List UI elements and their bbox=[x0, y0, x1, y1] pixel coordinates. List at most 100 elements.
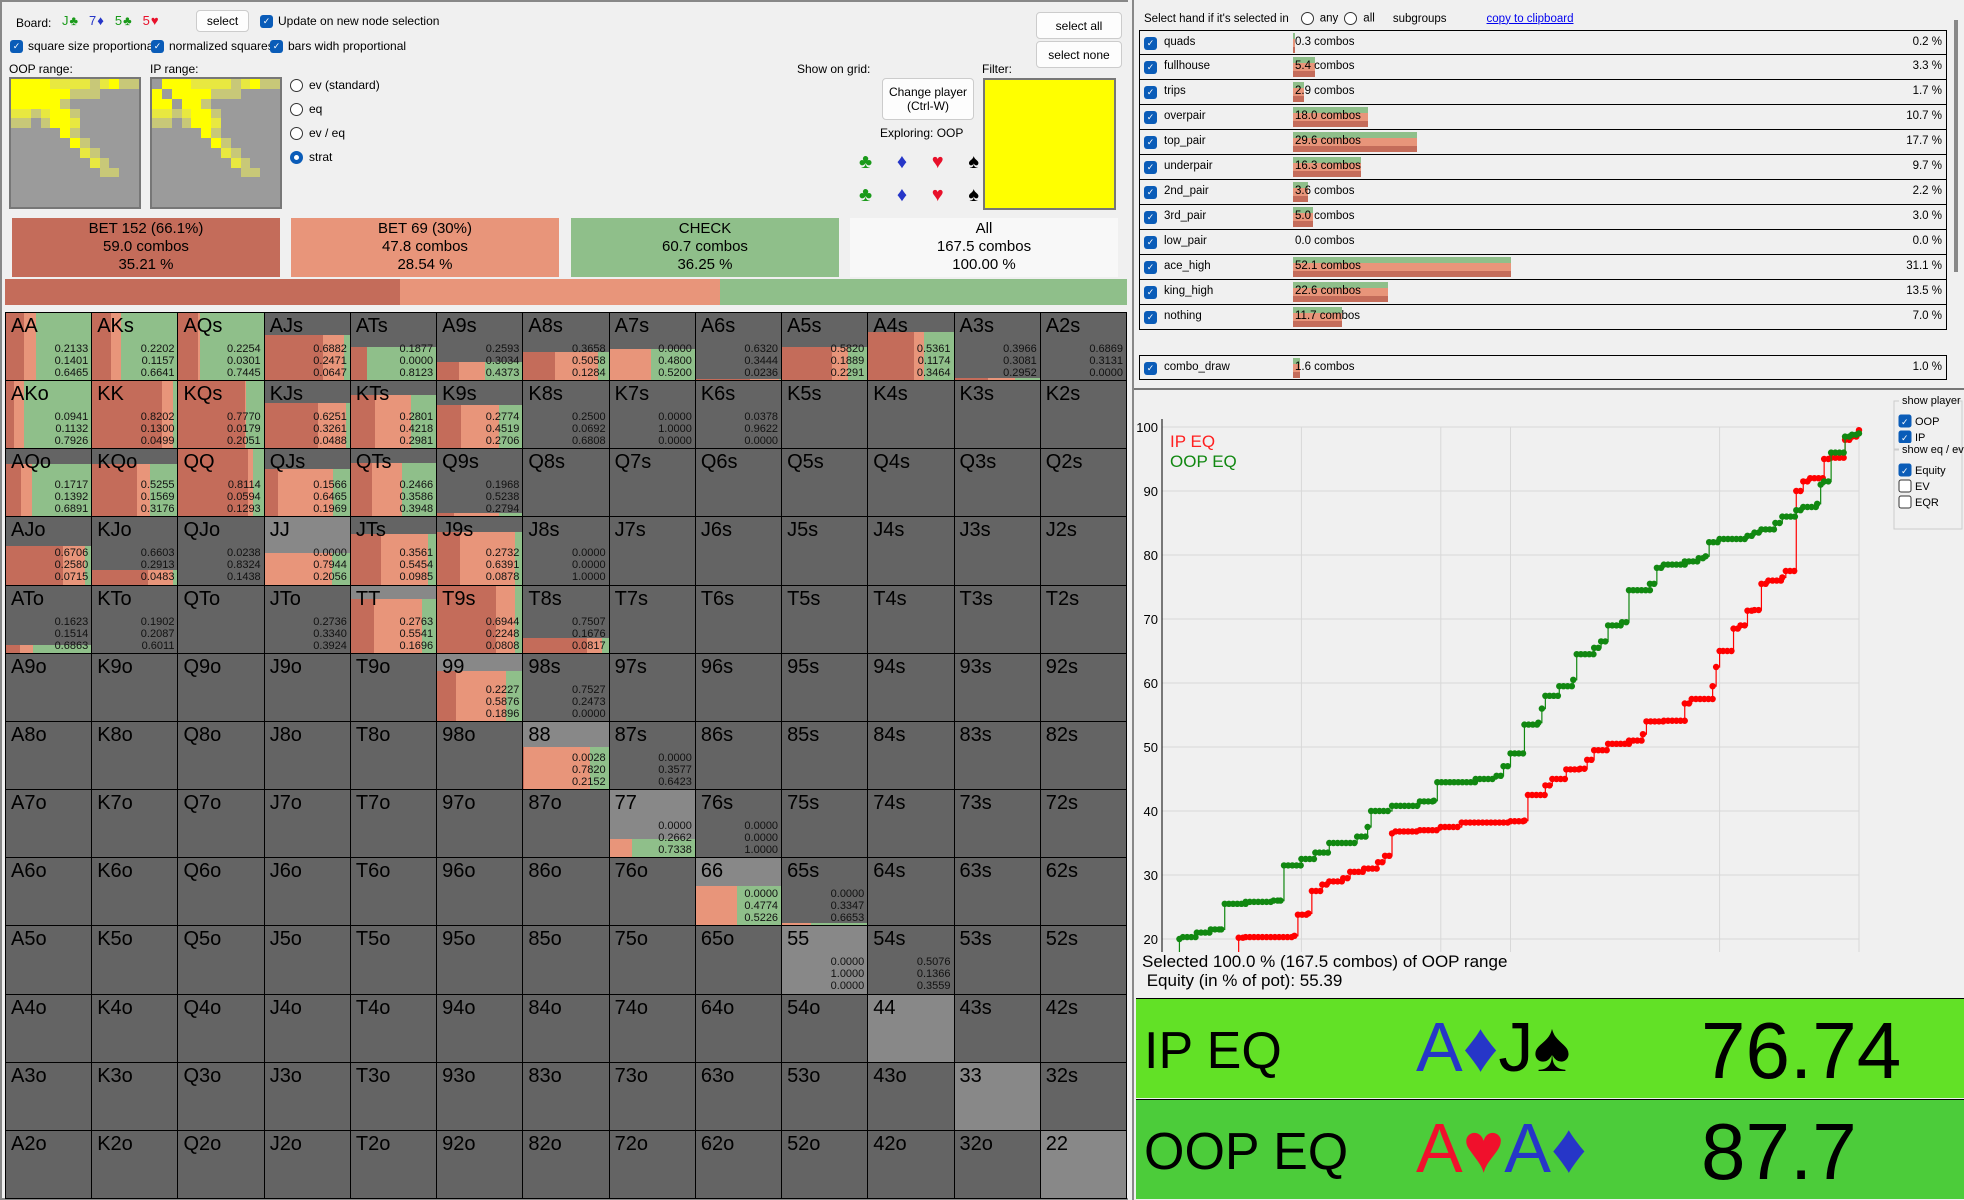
hand-cell-Q3o[interactable]: Q3o bbox=[178, 1062, 264, 1130]
hand-cell-A4o[interactable]: A4o bbox=[6, 994, 92, 1062]
hand-cell-J5o[interactable]: J5o bbox=[264, 926, 350, 994]
legend-checkbox-ev[interactable] bbox=[1898, 479, 1912, 493]
hand-cell-73s[interactable]: 73s bbox=[954, 790, 1040, 858]
subgroup-row-quads[interactable]: ✓ quads 0.3 combos 0.2 % bbox=[1139, 30, 1947, 55]
subgroup-row-fullhouse[interactable]: ✓ fullhouse 5.4 combos 3.3 % bbox=[1139, 55, 1947, 80]
hand-cell-QJo[interactable]: 0.0238 0.8324 0.1438 QJo bbox=[178, 517, 264, 585]
hand-cell-52s[interactable]: 52s bbox=[1040, 926, 1126, 994]
hand-cell-72o[interactable]: 72o bbox=[609, 1130, 695, 1198]
hand-cell-98s[interactable]: 0.7527 0.2473 0.0000 98s bbox=[523, 653, 609, 721]
hand-cell-K2o[interactable]: K2o bbox=[92, 1130, 178, 1198]
hand-cell-AKo[interactable]: 0.0941 0.1132 0.7926 AKo bbox=[6, 381, 92, 449]
hand-cell-93s[interactable]: 93s bbox=[954, 653, 1040, 721]
hand-cell-64o[interactable]: 64o bbox=[695, 994, 782, 1062]
hand-cell-74o[interactable]: 74o bbox=[609, 994, 695, 1062]
hand-cell-95o[interactable]: 95o bbox=[437, 926, 523, 994]
hand-cell-AJs[interactable]: 0.6882 0.2471 0.0647 AJs bbox=[264, 313, 350, 381]
hand-cell-97s[interactable]: 97s bbox=[609, 653, 695, 721]
subgroup-checkbox[interactable]: ✓ bbox=[1144, 361, 1162, 376]
hand-cell-J3s[interactable]: J3s bbox=[954, 517, 1040, 585]
hand-cell-Q4s[interactable]: Q4s bbox=[868, 449, 954, 517]
hand-cell-77[interactable]: 0.0000 0.2662 0.7338 77 bbox=[609, 790, 695, 858]
hand-cell-63o[interactable]: 63o bbox=[695, 1062, 782, 1130]
subgroup-checkbox[interactable]: ✓ bbox=[1144, 36, 1162, 51]
hand-cell-Q2o[interactable]: Q2o bbox=[178, 1130, 264, 1198]
hand-cell-K3s[interactable]: K3s bbox=[954, 381, 1040, 449]
hand-cell-J9o[interactable]: J9o bbox=[264, 653, 350, 721]
hand-cell-K9s[interactable]: 0.2774 0.4519 0.2706 K9s bbox=[437, 381, 523, 449]
subgroup-checkbox[interactable]: ✓ bbox=[1144, 285, 1162, 300]
hand-cell-K6s[interactable]: 0.0378 0.9622 0.0000 K6s bbox=[695, 381, 782, 449]
subgroup-row-3rd_pair[interactable]: ✓ 3rd_pair 5.0 combos 3.0 % bbox=[1139, 205, 1947, 230]
subgroup-row-combo_draw[interactable]: ✓ combo_draw 1.6 combos 1.0 % bbox=[1139, 355, 1947, 380]
subgroup-row-trips[interactable]: ✓ trips 2.9 combos 1.7 % bbox=[1139, 80, 1947, 105]
heart-icon[interactable]: ♥ bbox=[932, 151, 944, 174]
change-player-button[interactable]: Change player (Ctrl-W) bbox=[882, 78, 974, 120]
hand-cell-64s[interactable]: 64s bbox=[868, 858, 954, 926]
subgroup-checkbox[interactable]: ✓ bbox=[1144, 235, 1162, 250]
hand-cell-J5s[interactable]: J5s bbox=[782, 517, 868, 585]
hand-cell-84s[interactable]: 84s bbox=[868, 721, 954, 790]
hand-cell-ATo[interactable]: 0.1623 0.1514 0.6863 ATo bbox=[6, 585, 92, 653]
hand-cell-76o[interactable]: 76o bbox=[609, 858, 695, 926]
subgroup-row-king_high[interactable]: ✓ king_high 22.6 combos 13.5 % bbox=[1139, 280, 1947, 305]
hand-cell-T5s[interactable]: T5s bbox=[782, 585, 868, 653]
hand-cell-62s[interactable]: 62s bbox=[1040, 858, 1126, 926]
hand-cell-T4o[interactable]: T4o bbox=[350, 994, 437, 1062]
hand-cell-K8s[interactable]: 0.2500 0.0692 0.6808 K8s bbox=[523, 381, 609, 449]
hand-cell-98o[interactable]: 98o bbox=[437, 721, 523, 790]
hand-cell-T8s[interactable]: 0.7507 0.1676 0.0817 T8s bbox=[523, 585, 609, 653]
hand-cell-K2s[interactable]: K2s bbox=[1040, 381, 1126, 449]
hand-cell-KQo[interactable]: 0.5255 0.1569 0.3176 KQo bbox=[92, 449, 178, 517]
hand-cell-A8s[interactable]: 0.3658 0.5058 0.1284 A8s bbox=[523, 313, 609, 381]
hand-cell-T7s[interactable]: T7s bbox=[609, 585, 695, 653]
hand-cell-Q7o[interactable]: Q7o bbox=[178, 790, 264, 858]
hand-cell-KJs[interactable]: 0.6251 0.3261 0.0488 KJs bbox=[264, 381, 350, 449]
legend-checkbox-eqr[interactable] bbox=[1898, 495, 1912, 509]
hand-cell-A3o[interactable]: A3o bbox=[6, 1062, 92, 1130]
hand-cell-A7o[interactable]: A7o bbox=[6, 790, 92, 858]
hand-cell-73o[interactable]: 73o bbox=[609, 1062, 695, 1130]
hand-cell-J9s[interactable]: 0.2732 0.6391 0.0878 J9s bbox=[437, 517, 523, 585]
club-icon[interactable]: ♣ bbox=[859, 151, 872, 174]
hand-cell-66[interactable]: 0.0000 0.4774 0.5226 66 bbox=[695, 858, 782, 926]
hand-cell-KTs[interactable]: 0.2801 0.4218 0.2981 KTs bbox=[350, 381, 437, 449]
radio-ev-standard-[interactable]: ev (standard) bbox=[290, 78, 380, 102]
hand-cell-42o[interactable]: 42o bbox=[868, 1130, 954, 1198]
hand-cell-94s[interactable]: 94s bbox=[868, 653, 954, 721]
hand-cell-T6s[interactable]: T6s bbox=[695, 585, 782, 653]
hand-cell-96s[interactable]: 96s bbox=[695, 653, 782, 721]
hand-cell-T8o[interactable]: T8o bbox=[350, 721, 437, 790]
hand-cell-J8o[interactable]: J8o bbox=[264, 721, 350, 790]
hand-cell-43o[interactable]: 43o bbox=[868, 1062, 954, 1130]
square-size-checkbox[interactable]: ✓ square size proportional bbox=[10, 39, 156, 54]
hand-cell-A4s[interactable]: 0.5361 0.1174 0.3464 A4s bbox=[868, 313, 954, 381]
hand-cell-52o[interactable]: 52o bbox=[782, 1130, 868, 1198]
spade-icon[interactable]: ♠ bbox=[968, 151, 979, 174]
hand-cell-AA[interactable]: 0.2133 0.1401 0.6465 AA bbox=[6, 313, 92, 381]
hand-cell-K6o[interactable]: K6o bbox=[92, 858, 178, 926]
hand-cell-Q5s[interactable]: Q5s bbox=[782, 449, 868, 517]
hand-cell-JTo[interactable]: 0.2736 0.3340 0.3924 JTo bbox=[264, 585, 350, 653]
oop-range-minigrid[interactable] bbox=[9, 77, 141, 209]
hand-cell-A6s[interactable]: 0.6320 0.3444 0.0236 A6s bbox=[695, 313, 782, 381]
radio-ev-eq[interactable]: ev / eq bbox=[290, 126, 380, 150]
hand-cell-53o[interactable]: 53o bbox=[782, 1062, 868, 1130]
hand-cell-97o[interactable]: 97o bbox=[437, 790, 523, 858]
hand-cell-54o[interactable]: 54o bbox=[782, 994, 868, 1062]
hand-cell-A3s[interactable]: 0.3966 0.3081 0.2952 A3s bbox=[954, 313, 1040, 381]
subgroup-checkbox[interactable]: ✓ bbox=[1144, 210, 1162, 225]
hand-cell-83s[interactable]: 83s bbox=[954, 721, 1040, 790]
hand-cell-82s[interactable]: 82s bbox=[1040, 721, 1126, 790]
hand-cell-88[interactable]: 0.0028 0.7820 0.2152 88 bbox=[523, 721, 609, 790]
hand-cell-QJs[interactable]: 0.1566 0.6465 0.1969 QJs bbox=[264, 449, 350, 517]
hand-cell-32s[interactable]: 32s bbox=[1040, 1062, 1126, 1130]
hand-cell-J3o[interactable]: J3o bbox=[264, 1062, 350, 1130]
normalized-squares-checkbox[interactable]: ✓ normalized squares bbox=[151, 39, 274, 54]
hand-cell-J7o[interactable]: J7o bbox=[264, 790, 350, 858]
hand-cell-T6o[interactable]: T6o bbox=[350, 858, 437, 926]
hand-cell-32o[interactable]: 32o bbox=[954, 1130, 1040, 1198]
hand-cell-KJo[interactable]: 0.6603 0.2913 0.0483 KJo bbox=[92, 517, 178, 585]
hand-cell-99[interactable]: 0.2227 0.5876 0.1896 99 bbox=[437, 653, 523, 721]
hand-cell-87s[interactable]: 0.0000 0.3577 0.6423 87s bbox=[609, 721, 695, 790]
